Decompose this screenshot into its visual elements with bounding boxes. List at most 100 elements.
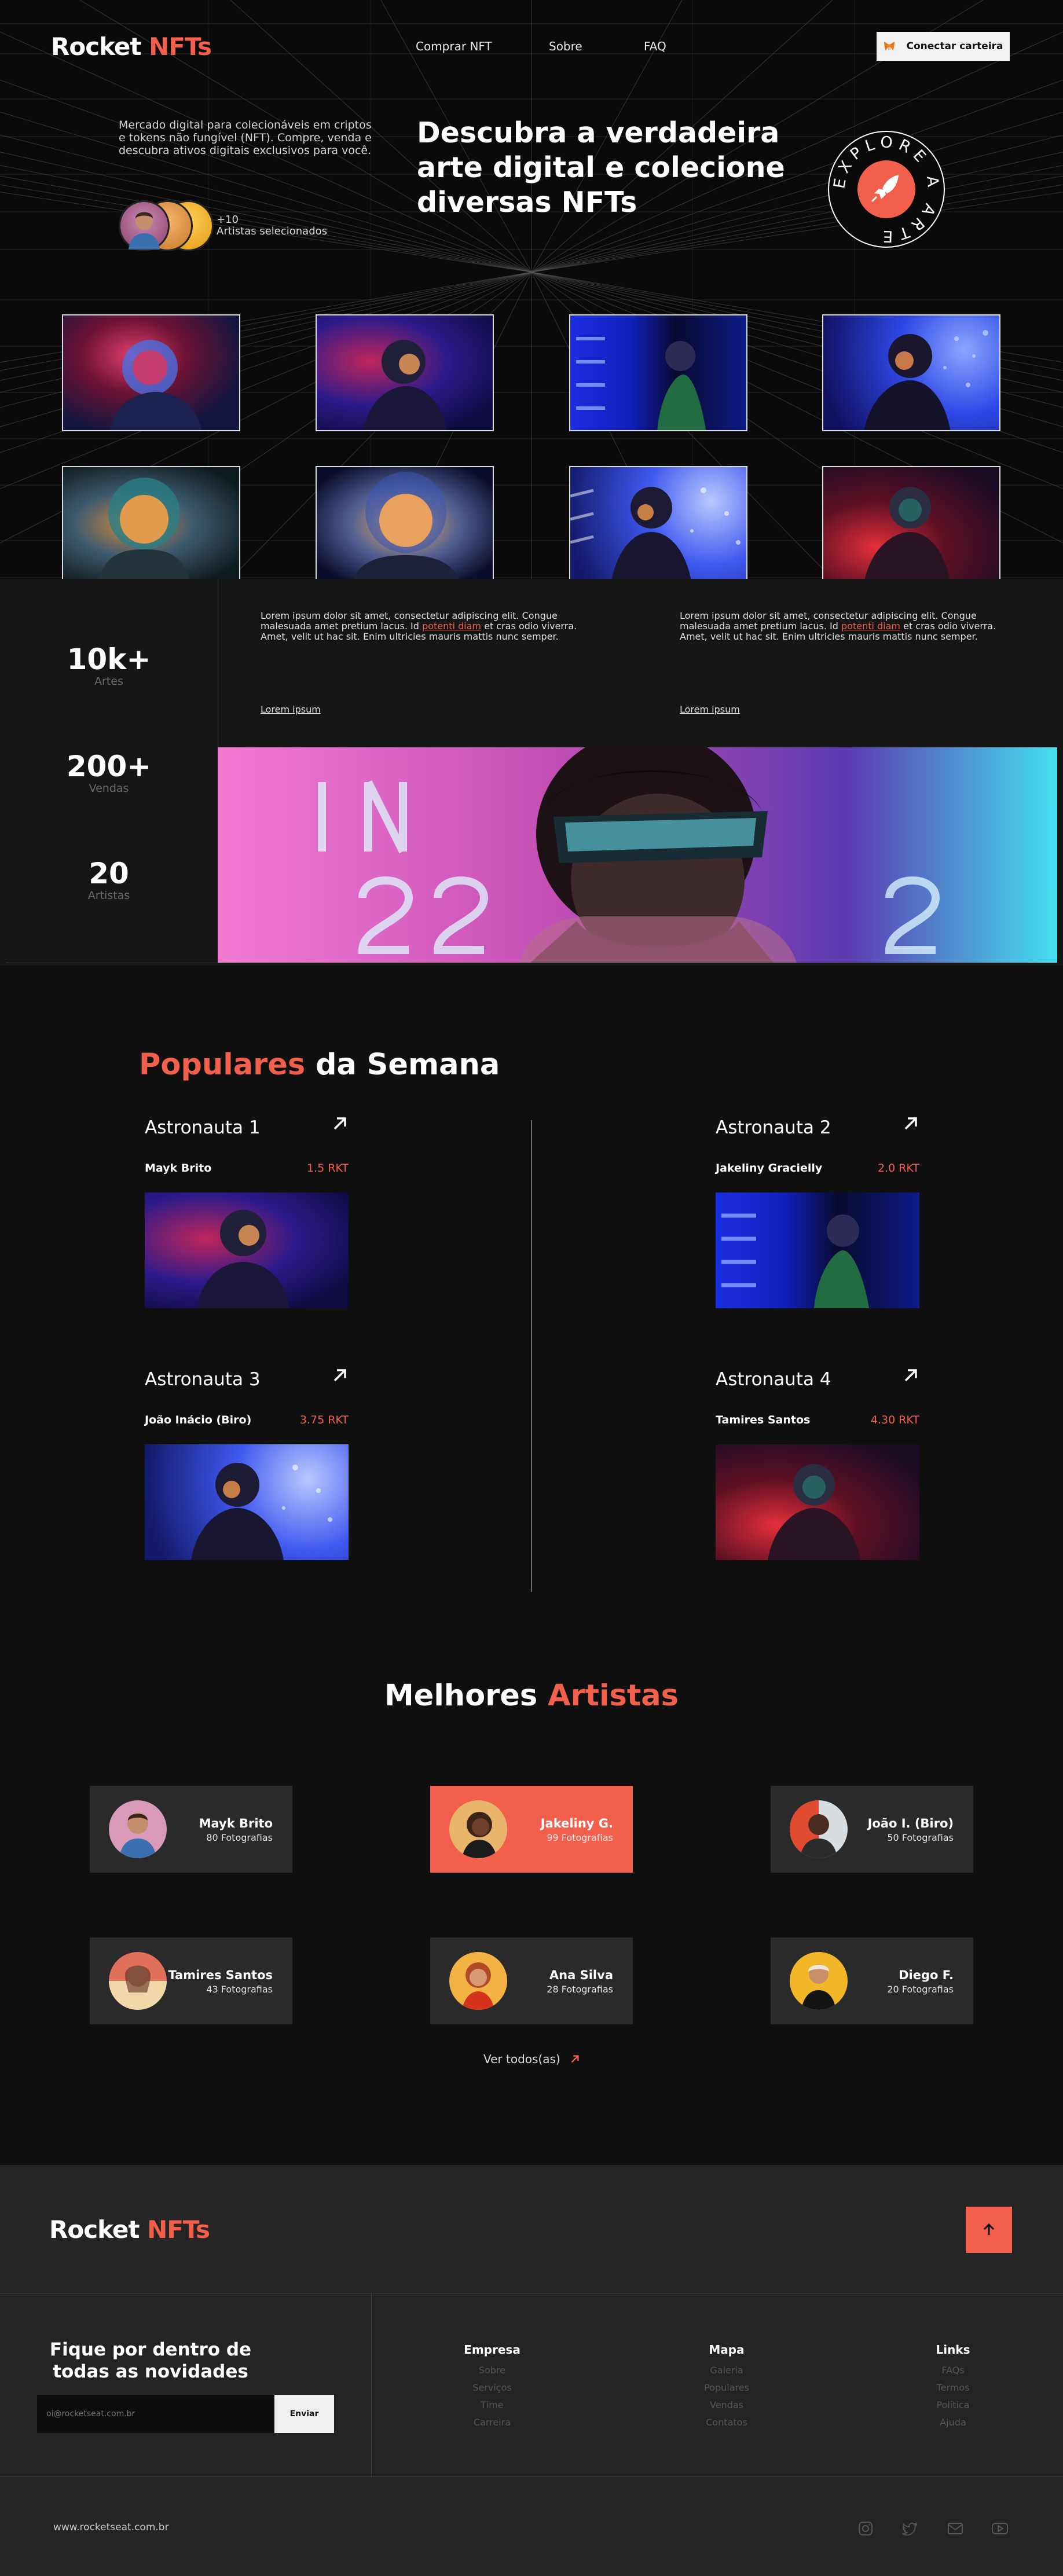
inline-link[interactable]: potenti diam <box>422 621 481 632</box>
avatar <box>449 1800 507 1858</box>
nft-card-price: 2.0 RKT <box>877 1162 919 1175</box>
artist-photo-count: 28 Fotografias <box>547 1984 613 1995</box>
footer-link[interactable]: Contatos <box>669 2417 785 2428</box>
newsletter-send-button[interactable]: Enviar <box>274 2395 334 2433</box>
artist-name: Ana Silva <box>549 1968 613 1982</box>
brand-logo[interactable]: Rocket NFTs <box>51 32 212 61</box>
nft-thumbnail[interactable] <box>62 466 240 583</box>
footer-logo[interactable]: Rocket NFTs <box>49 2215 210 2244</box>
arrow-up-right-icon[interactable] <box>902 1367 919 1384</box>
lorem-link[interactable]: Lorem ipsum <box>261 704 321 715</box>
footer-link[interactable]: Sobre <box>434 2365 550 2376</box>
footer-link[interactable]: FAQs <box>895 2365 1011 2376</box>
arrow-up-right-icon <box>571 2055 579 2063</box>
artists-avatar-stack <box>119 200 217 254</box>
stat-vendas-label: Vendas <box>89 782 129 795</box>
divider <box>371 2294 372 2476</box>
newsletter-title: Fique por dentro de todas as novidades <box>49 2339 252 2382</box>
nft-thumbnail[interactable] <box>316 466 494 583</box>
nft-card[interactable]: Astronauta 3 João Inácio (Biro) 3.75 RKT <box>145 1369 349 1560</box>
footer-link[interactable]: Vendas <box>669 2399 785 2410</box>
artist-card[interactable]: Ana Silva 28 Fotografias <box>430 1937 633 2024</box>
artist-name: João I. (Biro) <box>867 1817 954 1830</box>
nav-item-faq[interactable]: FAQ <box>644 39 666 53</box>
artist-name: Mayk Brito <box>199 1817 273 1830</box>
artist-card[interactable]: Tamires Santos 43 Fotografias <box>90 1937 292 2024</box>
nft-thumbnail[interactable] <box>316 314 494 431</box>
footer-link[interactable]: Galeria <box>669 2365 785 2376</box>
artist-card[interactable]: Mayk Brito 80 Fotografias <box>90 1786 292 1873</box>
youtube-icon[interactable] <box>991 2519 1009 2538</box>
stat-vendas-value: 200+ <box>66 750 152 783</box>
footer-link[interactable]: Populares <box>669 2382 785 2393</box>
inline-link[interactable]: potenti diam <box>841 621 900 632</box>
hero-description: Mercado digital para colecionáveis em cr… <box>119 119 372 157</box>
connect-wallet-label: Conectar carteira <box>906 41 1003 52</box>
arrow-up-right-icon[interactable] <box>902 1115 919 1132</box>
avatar <box>119 200 170 251</box>
explore-art-badge[interactable]: EXPLORE A ARTE <box>826 129 947 250</box>
footer-link[interactable]: Serviços <box>434 2382 550 2393</box>
twitter-icon[interactable] <box>901 2519 919 2538</box>
footer-link[interactable]: Termos <box>895 2382 1011 2393</box>
best-artists-title: Melhores Artistas <box>384 1679 679 1713</box>
nft-card-owner: Tamires Santos <box>716 1414 811 1426</box>
nft-card[interactable]: Astronauta 2 Jakeliny Gracielly 2.0 RKT <box>716 1117 919 1308</box>
nav-item-sobre[interactable]: Sobre <box>549 39 582 53</box>
nft-card-owner: Jakeliny Gracielly <box>716 1162 823 1175</box>
footer-column-title: Links <box>936 2343 970 2357</box>
artist-name: Diego F. <box>899 1968 954 1982</box>
artist-card[interactable]: Diego F. 20 Fotografias <box>771 1937 973 2024</box>
artists-count-label: Artistas selecionados <box>217 225 328 237</box>
artist-card[interactable]: João I. (Biro) 50 Fotografias <box>771 1786 973 1873</box>
instagram-icon[interactable] <box>856 2519 875 2538</box>
nft-card[interactable]: Astronauta 4 Tamires Santos 4.30 RKT <box>716 1369 919 1560</box>
view-all-label: Ver todos(as) <box>483 2052 560 2066</box>
nft-card-image <box>145 1444 349 1560</box>
newsletter-email-input[interactable] <box>37 2395 274 2433</box>
nft-card-title: Astronauta 3 <box>145 1369 261 1390</box>
nft-thumbnail[interactable] <box>569 314 747 431</box>
divider <box>531 1120 532 1592</box>
stat-artes-value: 10k+ <box>67 643 151 676</box>
footer-link[interactable]: Ajuda <box>895 2417 1011 2428</box>
nft-card-owner: Mayk Brito <box>145 1162 212 1175</box>
artist-card[interactable]: Jakeliny G. 99 Fotografias <box>430 1786 633 1873</box>
avatar <box>790 1952 848 2010</box>
back-to-top-button[interactable] <box>966 2207 1012 2253</box>
featured-photo <box>218 747 1057 963</box>
nav-item-comprar-nft[interactable]: Comprar NFT <box>416 39 492 53</box>
footer-link[interactable]: Política <box>895 2399 1011 2410</box>
artist-name: Jakeliny G. <box>540 1817 613 1830</box>
nft-card-title: Astronauta 4 <box>716 1369 831 1390</box>
view-all-link[interactable]: Ver todos(as) <box>483 2052 580 2066</box>
connect-wallet-button[interactable]: Conectar carteira <box>877 32 1010 61</box>
metamask-fox-icon <box>884 41 895 51</box>
stat-artes-label: Artes <box>94 675 123 688</box>
page: { "brand": {"name": "Rocket", "accent": … <box>0 0 1063 2576</box>
arrow-up-right-icon[interactable] <box>331 1115 349 1132</box>
nft-thumbnail[interactable] <box>822 466 1000 583</box>
avatar <box>449 1952 507 2010</box>
artist-photo-count: 80 Fotografias <box>206 1832 273 1843</box>
mail-icon[interactable] <box>946 2519 965 2538</box>
stat-artistas-label: Artistas <box>87 889 130 902</box>
lorem-link[interactable]: Lorem ipsum <box>680 704 740 715</box>
artist-photo-count: 43 Fotografias <box>206 1984 273 1995</box>
nft-thumbnail[interactable] <box>569 466 747 583</box>
nft-card[interactable]: Astronauta 1 Mayk Brito 1.5 RKT <box>145 1117 349 1308</box>
nft-thumbnail[interactable] <box>62 314 240 431</box>
nft-thumbnail[interactable] <box>822 314 1000 431</box>
avatar <box>790 1800 848 1858</box>
nft-card-price: 4.30 RKT <box>870 1414 919 1426</box>
arrow-up-right-icon[interactable] <box>331 1367 349 1384</box>
nft-card-title: Astronauta 1 <box>145 1117 261 1138</box>
nft-card-image <box>145 1192 349 1308</box>
avatar <box>109 1952 167 2010</box>
about-paragraph: Lorem ipsum dolor sit amet, consectetur … <box>261 610 577 642</box>
footer-link[interactable]: Carreira <box>434 2417 550 2428</box>
stats-section: 10k+ Artes 200+ Vendas 20 Artistas Lorem… <box>0 579 1063 966</box>
footer-site-url[interactable]: www.rocketseat.com.br <box>53 2522 169 2533</box>
footer-link[interactable]: Time <box>434 2399 550 2410</box>
stat-artistas-value: 20 <box>89 857 129 890</box>
